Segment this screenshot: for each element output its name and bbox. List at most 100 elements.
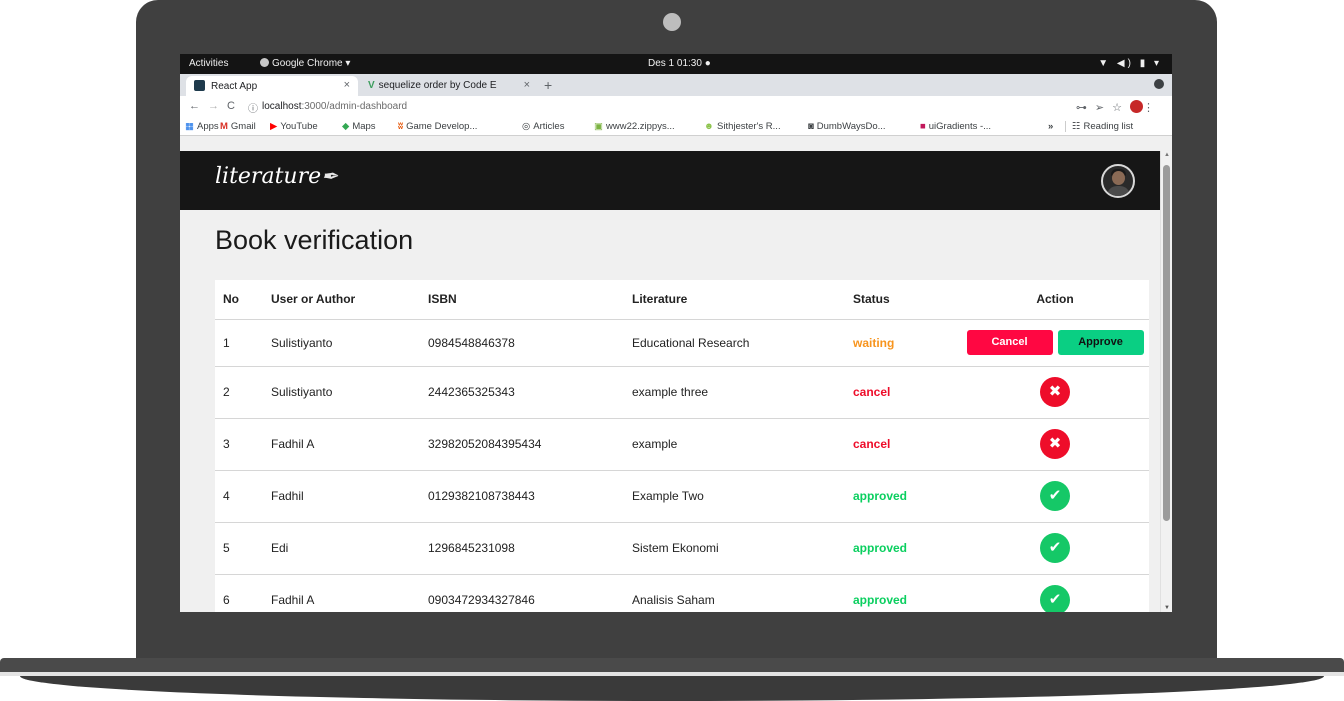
page-scrollbar[interactable]: ▲ ▼	[1160, 151, 1172, 612]
menu-icon[interactable]: ⋮	[1143, 102, 1162, 114]
scroll-up-icon[interactable]: ▲	[1164, 152, 1170, 158]
browser-actions: ⊶➢☆ ⋮	[1076, 100, 1162, 114]
bookmark-apps[interactable]: ▦ Apps	[185, 121, 219, 132]
col-no: No	[223, 292, 239, 307]
scroll-down-icon[interactable]: ▼	[1164, 605, 1170, 611]
table-row: 5 Edi 1296845231098 Sistem Ekonomi appro…	[215, 522, 1149, 574]
dumbways-icon: ◙	[808, 121, 814, 132]
col-user: User or Author	[271, 292, 356, 307]
bookmark-zippy[interactable]: ▣ www22.zippys...	[594, 121, 675, 132]
row-isbn: 0903472934327846	[428, 593, 535, 608]
bookmark-youtube[interactable]: ▶ YouTube	[270, 121, 318, 132]
bookmarks-bar: ▦ Apps M Gmail ▶ YouTube ◆ Maps ʬ Game Develo…	[180, 118, 1172, 136]
game-icon: ʬ	[398, 121, 404, 132]
status-badge: cancel	[853, 437, 891, 451]
bookmark-game-develop[interactable]: ʬ Game Develop...	[398, 121, 477, 132]
reload-icon[interactable]: C	[227, 100, 235, 112]
status-badge: approved	[853, 541, 908, 555]
tab-sequelize[interactable]: Vsequelize order by Code E ×	[360, 76, 538, 96]
row-isbn: 2442365325343	[428, 385, 515, 399]
reading-list[interactable]: ☷ Reading list	[1065, 121, 1133, 132]
tab-label: sequelize order by Code E	[378, 80, 497, 91]
app-menu[interactable]: Google Chrome ▾	[260, 58, 350, 69]
row-user: Fadhil	[271, 489, 304, 503]
bookmark-uigradients[interactable]: ■ uiGradients -...	[920, 121, 991, 132]
articles-icon: ◎	[522, 121, 531, 132]
row-user: Sulistiyanto	[271, 385, 333, 399]
cancel-button[interactable]: Cancel	[966, 330, 1053, 355]
gmail-icon: M	[220, 121, 228, 132]
cancelled-x-icon: ✖	[1040, 377, 1070, 407]
tab-search-icon[interactable]	[1154, 79, 1164, 89]
bookmark-articles[interactable]: ◎ Articles	[522, 121, 564, 132]
avatar[interactable]	[1101, 164, 1135, 198]
approved-check-icon: ✔	[1040, 481, 1070, 511]
row-isbn: 1296845231098	[428, 541, 515, 555]
brand-logo[interactable]: literature✒	[215, 164, 338, 189]
row-actions: ✔	[961, 522, 1149, 574]
camera	[663, 13, 681, 31]
app-navbar: literature✒	[180, 151, 1160, 210]
row-literature: Example Two	[632, 489, 704, 503]
bookmark-gmail[interactable]: M Gmail	[220, 121, 256, 132]
key-icon[interactable]: ⊶	[1076, 102, 1095, 114]
activities-button[interactable]: Activities	[189, 58, 228, 69]
col-status: Status	[853, 292, 890, 307]
row-actions: ✔	[961, 574, 1149, 612]
table-row: 3 Fadhil A 32982052084395434 example can…	[215, 418, 1149, 470]
status-badge: waiting	[853, 335, 895, 350]
tab-react-app[interactable]: React App ×	[186, 76, 358, 96]
send-icon[interactable]: ➢	[1095, 102, 1112, 114]
row-no: 1	[223, 335, 230, 350]
row-literature: Educational Research	[632, 335, 750, 350]
back-icon[interactable]: ←	[189, 100, 200, 112]
tab-label: React App	[211, 81, 258, 92]
forward-icon[interactable]: →	[208, 100, 219, 112]
row-actions: ✖	[961, 366, 1149, 418]
new-tab-icon[interactable]: +	[544, 77, 552, 93]
table-row: 1 Sulistiyanto 0984548846378 Educational…	[215, 319, 1149, 366]
zippy-icon: ▣	[594, 121, 603, 132]
table-row: 6 Fadhil A 0903472934327846 Analisis Sah…	[215, 574, 1149, 612]
row-literature: Analisis Saham	[632, 593, 715, 608]
screen: Activities Google Chrome ▾ Des 1 01:30 ●…	[180, 54, 1172, 612]
row-user: Sulistiyanto	[271, 335, 333, 350]
youtube-icon: ▶	[270, 121, 278, 132]
row-isbn: 0129382108738443	[428, 489, 535, 503]
url-field[interactable]: localhost:3000/admin-dashboard	[262, 101, 407, 112]
page-title: Book verification	[215, 225, 414, 255]
profile-icon[interactable]	[1130, 100, 1143, 113]
close-icon[interactable]: ×	[524, 79, 530, 91]
reading-list-icon: ☷	[1072, 121, 1081, 132]
row-isbn: 0984548846378	[428, 335, 515, 350]
approve-button[interactable]: Approve	[1057, 330, 1144, 355]
approved-check-icon: ✔	[1040, 533, 1070, 563]
status-badge: cancel	[853, 385, 891, 399]
verification-table: No User or Author ISBN Literature Status…	[215, 280, 1149, 612]
system-tray[interactable]: ▼ ◀) ▮ ▾	[1098, 58, 1162, 69]
close-icon[interactable]: ×	[344, 79, 350, 91]
row-no: 6	[223, 593, 230, 608]
star-icon[interactable]: ☆	[1112, 102, 1130, 114]
row-no: 5	[223, 541, 230, 555]
bookmark-maps[interactable]: ◆ Maps	[342, 121, 376, 132]
bookmarks-overflow-icon[interactable]: »	[1048, 121, 1056, 132]
clock[interactable]: Des 1 01:30 ●	[648, 58, 711, 69]
row-actions: ✖	[961, 418, 1149, 470]
scroll-thumb[interactable]	[1163, 165, 1170, 521]
col-literature: Literature	[632, 292, 688, 307]
apps-icon: ▦	[185, 121, 194, 132]
row-actions: Cancel Approve	[961, 319, 1149, 366]
maps-icon: ◆	[342, 121, 350, 132]
bookmark-sithjester[interactable]: ☻ Sithjester's R...	[704, 121, 781, 132]
quill-icon: ✒	[321, 164, 338, 188]
table-row: 4 Fadhil 0129382108738443 Example Two ap…	[215, 470, 1149, 522]
row-no: 3	[223, 437, 230, 451]
info-icon[interactable]: ⓘ	[248, 100, 258, 115]
bookmark-dumbways[interactable]: ◙ DumbWaysDo...	[808, 121, 886, 132]
laptop-foot	[20, 676, 1324, 701]
row-isbn: 32982052084395434	[428, 437, 542, 451]
row-literature: Sistem Ekonomi	[632, 541, 719, 555]
status-badge: approved	[853, 593, 908, 608]
row-literature: example three	[632, 385, 709, 399]
